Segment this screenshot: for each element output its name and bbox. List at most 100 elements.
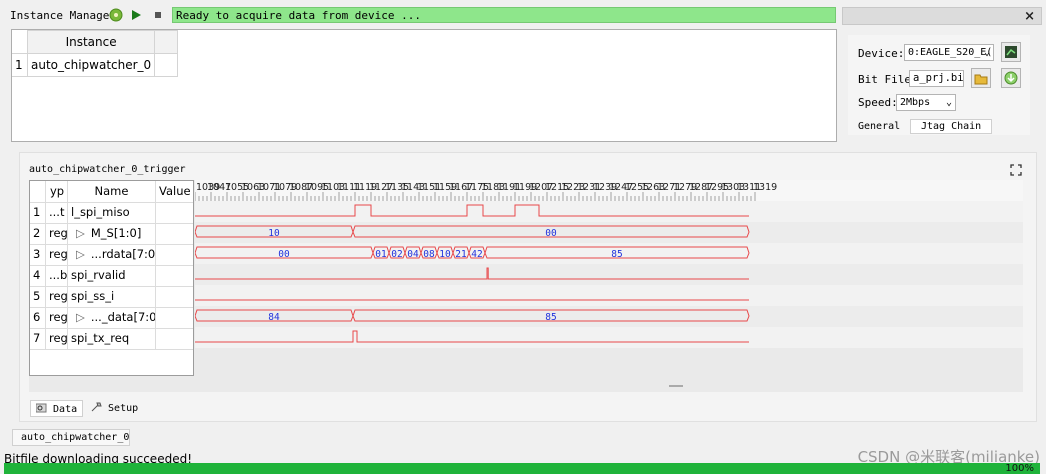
speed-select-value: 2Mbps — [900, 97, 931, 108]
tab-jtag-chain[interactable]: Jtag Chain — [910, 119, 993, 134]
wave-row-bg — [195, 285, 1023, 306]
instance-table: Instance 1 auto_chipwatcher_0 — [12, 30, 179, 77]
stop-icon[interactable] — [151, 8, 165, 22]
signal-row[interactable]: 2 reg ▷ M_S[1:0] — [30, 223, 193, 245]
signal-type: ...b — [46, 265, 68, 286]
bus-value: 08 — [423, 249, 435, 260]
signal-table: yp Name Value 1 ...t l_spi_miso 2 reg ▷ M_S[1:… — [29, 180, 194, 376]
device-select-value: 0:EAGLE_S20_E( — [908, 47, 993, 58]
signal-name: ..._data[7:0] — [90, 310, 156, 324]
bus-value: 02 — [391, 249, 402, 260]
tab-setup-label: Setup — [108, 403, 139, 414]
signal-value — [156, 244, 193, 265]
settings-icon[interactable] — [109, 8, 123, 22]
signal-row-number: 1 — [30, 202, 46, 223]
expand-arrow-icon[interactable]: ▷ — [76, 247, 85, 261]
row-number: 1 — [12, 53, 28, 77]
instance-manager-label: Instance Manager: — [10, 9, 123, 22]
signal-value — [156, 202, 193, 223]
signal-value — [156, 223, 193, 244]
signal-row[interactable]: 6 reg ▷ ..._data[7:0] — [30, 307, 193, 329]
bus-segment: 01 — [372, 246, 390, 260]
maximize-icon[interactable] — [1010, 164, 1022, 179]
signal-name: spi_ss_i — [71, 289, 115, 303]
waveform-canvas[interactable]: 1039104710551063107110791087109511031111… — [195, 180, 1023, 386]
signal-value — [156, 307, 193, 328]
signal-name-cell: ▷ ..._data[7:0] — [68, 307, 156, 328]
instance-list-panel: Instance 1 auto_chipwatcher_0 — [11, 29, 837, 142]
signal-row[interactable]: 5 reg spi_ss_i — [30, 286, 193, 308]
signal-table-header: yp Name Value — [30, 181, 193, 203]
bus-value: 84 — [268, 312, 280, 323]
signal-type: reg — [46, 307, 68, 328]
bus-value: 10 — [439, 249, 451, 260]
device-select[interactable]: 0:EAGLE_S20_E( ⌄ — [904, 44, 994, 61]
tab-data[interactable]: Data — [30, 400, 84, 417]
signal-row[interactable]: 7 reg spi_tx_req — [30, 328, 193, 350]
bus-segment: 42 — [468, 246, 486, 260]
speed-select[interactable]: 2Mbps ⌄ — [896, 94, 956, 111]
type-column-header: yp — [46, 181, 68, 202]
chevron-down-icon: ⌄ — [983, 47, 990, 58]
signal-row-number: 6 — [30, 307, 46, 328]
bus-segment: 04 — [404, 246, 422, 260]
trigger-title: auto_chipwatcher_0_trigger — [29, 164, 186, 175]
signal-name: spi_tx_req — [71, 331, 130, 345]
wave-row-bg — [195, 327, 1023, 348]
bus-value: 21 — [455, 249, 467, 260]
signal-type: ...t — [46, 202, 68, 223]
side-panel-header: × — [842, 7, 1042, 25]
tab-setup[interactable]: Setup — [86, 400, 143, 417]
table-row[interactable]: 1 auto_chipwatcher_0 — [12, 53, 179, 77]
expand-arrow-icon[interactable]: ▷ — [76, 226, 85, 240]
bus-value: 10 — [268, 228, 280, 239]
chevron-down-icon: ⌄ — [945, 97, 952, 108]
waveform-area: yp Name Value 1 ...t l_spi_miso 2 reg ▷ M_S[1:… — [29, 180, 1023, 392]
row-number-header — [30, 181, 46, 202]
ruler-label: 1319 — [753, 182, 777, 193]
signal-type: reg — [46, 286, 68, 307]
instance-name[interactable]: auto_chipwatcher_0 — [26, 53, 156, 77]
name-column-header: Name — [68, 181, 156, 202]
signal-row[interactable]: 3 reg ▷ ...rdata[7:0] — [30, 244, 193, 266]
signal-value — [156, 286, 193, 307]
signal-row[interactable]: 4 ...b spi_rvalid — [30, 265, 193, 287]
signal-value — [156, 265, 193, 286]
run-icon[interactable] — [129, 8, 143, 22]
extra-column-header — [154, 30, 179, 54]
wrench-icon — [91, 402, 108, 414]
bus-value: 85 — [545, 312, 556, 323]
signal-row[interactable]: 1 ...t l_spi_miso — [30, 202, 193, 224]
instance-column-header: Instance — [26, 30, 156, 54]
expand-arrow-icon[interactable]: ▷ — [76, 310, 85, 324]
instance-tab[interactable]: auto_chipwatcher_0 — [12, 429, 130, 446]
status-message: Ready to acquire data from device ... — [172, 7, 836, 23]
bus-value: 04 — [407, 249, 419, 260]
folder-open-icon[interactable] — [971, 68, 991, 88]
bitfile-field[interactable]: a_prj.bit — [909, 70, 964, 87]
trigger-panel: auto_chipwatcher_0_trigger yp Name Value… — [19, 152, 1037, 422]
signal-name-cell: ▷ M_S[1:0] — [68, 223, 156, 244]
extra-cell — [154, 53, 179, 77]
wave-row-bg — [195, 306, 1023, 327]
value-column-header: Value — [159, 184, 191, 198]
progress-label: 100% — [1005, 463, 1034, 474]
magnifier-icon — [35, 403, 53, 415]
signal-name-cell: spi_rvalid — [68, 265, 156, 286]
tab-general[interactable]: General — [858, 121, 900, 132]
wave-row-bg — [195, 264, 1023, 285]
device-scan-icon[interactable] — [1001, 42, 1021, 62]
download-icon[interactable] — [1001, 68, 1021, 88]
close-icon[interactable]: × — [1024, 9, 1035, 24]
splitter-handle[interactable] — [669, 385, 683, 387]
signal-name: spi_rvalid — [71, 268, 126, 282]
instance-manager-bar: Instance Manager: Ready to acquire data … — [0, 0, 1046, 30]
bus-value: 42 — [471, 249, 482, 260]
wave-row-bg — [195, 201, 1023, 222]
bus-value: 00 — [278, 249, 290, 260]
device-label: Device: — [858, 47, 905, 60]
signal-type: reg — [46, 244, 68, 265]
signal-name-cell: spi_tx_req — [68, 328, 156, 349]
signal-type: reg — [46, 328, 68, 349]
signal-name-cell: ▷ ...rdata[7:0] — [68, 244, 156, 265]
